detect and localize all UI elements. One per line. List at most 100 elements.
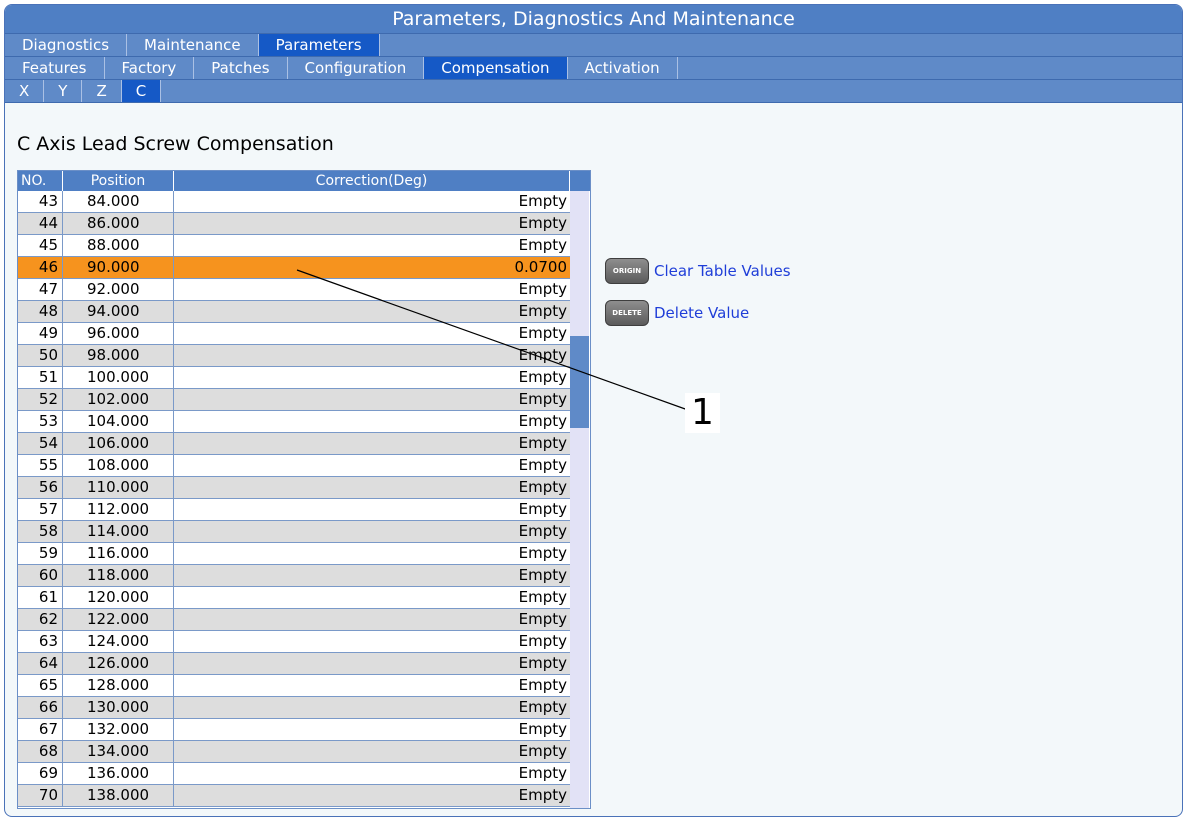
row-number: 49 — [18, 323, 63, 344]
table-row[interactable]: 51 100.000 Empty — [18, 367, 570, 389]
table-row[interactable]: 64 126.000 Empty — [18, 653, 570, 675]
row-correction: Empty — [518, 566, 567, 584]
table-row[interactable]: 61 120.000 Empty — [18, 587, 570, 609]
row-correction: Empty — [518, 544, 567, 562]
tab-diagnostics[interactable]: Diagnostics — [5, 34, 128, 56]
row-position: 124.000 — [63, 631, 174, 652]
table-row[interactable]: 44 86.000 Empty — [18, 213, 570, 235]
tab-activation[interactable]: Activation — [567, 57, 678, 79]
table-row[interactable]: 55 108.000 Empty — [18, 455, 570, 477]
delete-value-label: Delete Value — [654, 304, 750, 322]
table-row[interactable]: 43 84.000 Empty — [18, 191, 570, 213]
table-row[interactable]: 46 90.000 0.0700 — [18, 257, 570, 279]
tab-parameters[interactable]: Parameters — [258, 34, 380, 56]
tab-factory[interactable]: Factory — [104, 57, 195, 79]
tab-axis-y[interactable]: Y — [44, 80, 83, 102]
row-number: 56 — [18, 477, 63, 498]
row-number: 63 — [18, 631, 63, 652]
table-row[interactable]: 53 104.000 Empty — [18, 411, 570, 433]
table-row[interactable]: 56 110.000 Empty — [18, 477, 570, 499]
row-correction: Empty — [518, 742, 567, 760]
row-position: 132.000 — [63, 719, 174, 740]
table-row[interactable]: 52 102.000 Empty — [18, 389, 570, 411]
tab-features[interactable]: Features — [5, 57, 105, 79]
sub-tab-bar: Features Factory Patches Configuration Compe… — [5, 57, 1182, 80]
row-correction: Empty — [518, 632, 567, 650]
row-number: 69 — [18, 763, 63, 784]
row-correction: Empty — [518, 610, 567, 628]
table-row[interactable]: 66 130.000 Empty — [18, 697, 570, 719]
table-row[interactable]: 48 94.000 Empty — [18, 301, 570, 323]
callout-number: 1 — [685, 393, 720, 433]
row-position: 120.000 — [63, 587, 174, 608]
row-correction: 0.0700 — [514, 258, 568, 276]
table-row[interactable]: 63 124.000 Empty — [18, 631, 570, 653]
table-row[interactable]: 70 138.000 Empty — [18, 785, 570, 807]
table-row[interactable]: 45 88.000 Empty — [18, 235, 570, 257]
row-correction: Empty — [518, 478, 567, 496]
table-row[interactable]: 47 92.000 Empty — [18, 279, 570, 301]
row-correction: Empty — [518, 192, 567, 210]
row-position: 130.000 — [63, 697, 174, 718]
row-position: 92.000 — [63, 279, 174, 300]
row-number: 52 — [18, 389, 63, 410]
row-position: 96.000 — [63, 323, 174, 344]
window-title: Parameters, Diagnostics And Maintenance — [5, 5, 1182, 34]
row-position: 134.000 — [63, 741, 174, 762]
row-correction: Empty — [518, 786, 567, 804]
row-correction: Empty — [518, 456, 567, 474]
tab-axis-z[interactable]: Z — [82, 80, 122, 102]
row-number: 46 — [18, 257, 63, 278]
row-position: 102.000 — [63, 389, 174, 410]
page-title: C Axis Lead Screw Compensation — [17, 133, 334, 155]
row-correction: Empty — [518, 302, 567, 320]
row-correction: Empty — [518, 500, 567, 518]
tab-axis-x[interactable]: X — [5, 80, 45, 102]
row-position: 90.000 — [63, 257, 174, 278]
tab-configuration[interactable]: Configuration — [287, 57, 425, 79]
tab-compensation[interactable]: Compensation — [424, 57, 568, 79]
row-number: 48 — [18, 301, 63, 322]
row-position: 112.000 — [63, 499, 174, 520]
table-row[interactable]: 54 106.000 Empty — [18, 433, 570, 455]
table-row[interactable]: 69 136.000 Empty — [18, 763, 570, 785]
row-number: 59 — [18, 543, 63, 564]
column-header-correction: Correction(Deg) — [174, 171, 570, 191]
row-position: 128.000 — [63, 675, 174, 696]
row-number: 67 — [18, 719, 63, 740]
table-header: NO. Position Correction(Deg) — [18, 171, 590, 191]
table-row[interactable]: 62 122.000 Empty — [18, 609, 570, 631]
table-row[interactable]: 68 134.000 Empty — [18, 741, 570, 763]
origin-key-icon: ORIGIN — [605, 258, 649, 284]
row-correction: Empty — [518, 280, 567, 298]
table-row[interactable]: 57 112.000 Empty — [18, 499, 570, 521]
row-position: 86.000 — [63, 213, 174, 234]
tab-axis-c[interactable]: C — [121, 80, 162, 102]
row-number: 64 — [18, 653, 63, 674]
row-position: 114.000 — [63, 521, 174, 542]
scrollbar-thumb[interactable] — [570, 336, 589, 428]
table-row[interactable]: 50 98.000 Empty — [18, 345, 570, 367]
row-number: 53 — [18, 411, 63, 432]
table-row[interactable]: 49 96.000 Empty — [18, 323, 570, 345]
row-correction: Empty — [518, 236, 567, 254]
delete-value-button[interactable]: DELETE Delete Value — [605, 300, 749, 326]
row-position: 98.000 — [63, 345, 174, 366]
tab-patches[interactable]: Patches — [194, 57, 288, 79]
row-position: 100.000 — [63, 367, 174, 388]
row-number: 66 — [18, 697, 63, 718]
table-body: 43 84.000 Empty 44 86.000 Empty 45 88.000 Empty 4… — [18, 191, 570, 807]
row-number: 51 — [18, 367, 63, 388]
clear-table-values-button[interactable]: ORIGIN Clear Table Values — [605, 258, 791, 284]
table-row[interactable]: 67 132.000 Empty — [18, 719, 570, 741]
row-number: 70 — [18, 785, 63, 806]
table-row[interactable]: 59 116.000 Empty — [18, 543, 570, 565]
table-scrollbar[interactable] — [570, 191, 589, 808]
row-position: 108.000 — [63, 455, 174, 476]
table-row[interactable]: 60 118.000 Empty — [18, 565, 570, 587]
tab-maintenance[interactable]: Maintenance — [127, 34, 259, 56]
table-row[interactable]: 58 114.000 Empty — [18, 521, 570, 543]
row-position: 104.000 — [63, 411, 174, 432]
table-row[interactable]: 65 128.000 Empty — [18, 675, 570, 697]
row-number: 62 — [18, 609, 63, 630]
